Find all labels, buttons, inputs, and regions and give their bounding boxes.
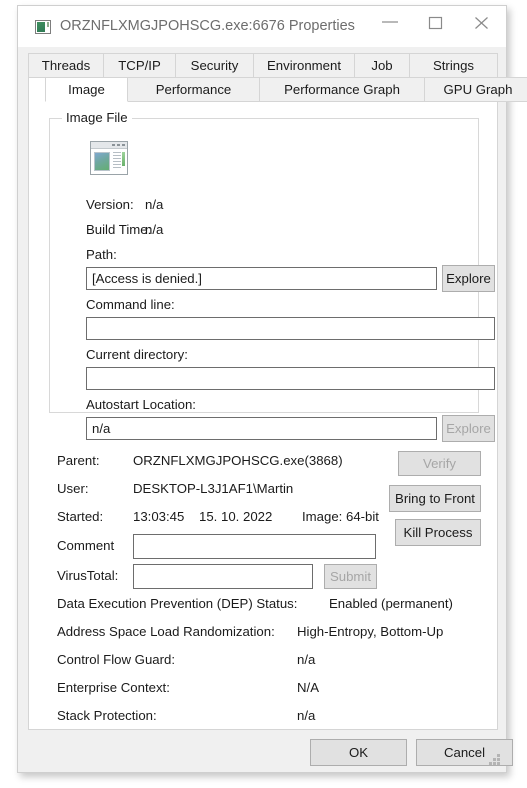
version-label: Version:: [86, 197, 134, 212]
mitigation-label-2: Control Flow Guard:: [57, 652, 175, 667]
mitigation-value-4: n/a: [297, 708, 316, 723]
tab-strip: Threads TCP/IP Security Environment Job …: [28, 53, 527, 102]
autostart-explore-button[interactable]: Explore: [442, 415, 495, 442]
tab-strings[interactable]: Strings: [409, 53, 498, 78]
command-line-label: Command line:: [86, 297, 175, 312]
ok-button[interactable]: OK: [310, 739, 407, 766]
verify-button[interactable]: Verify: [398, 451, 481, 476]
image-file-group: Image File Version: n/a Build Time: n/a …: [49, 110, 495, 442]
version-value: n/a: [145, 197, 164, 212]
tab-performance[interactable]: Performance: [127, 77, 260, 102]
mitigation-label-0: Data Execution Prevention (DEP) Status:: [57, 596, 298, 611]
mitigation-value-0: Enabled (permanent): [329, 596, 453, 611]
window-title: ORZNFLXMGJPOHSCG.exe:6676 Properties: [60, 18, 355, 34]
screen: ORZNFLXMGJPOHSCG.exe:6676 Properties Ima…: [0, 0, 527, 788]
virustotal-submit-button[interactable]: Submit: [324, 564, 377, 589]
minimize-button[interactable]: [367, 6, 413, 39]
tab-threads[interactable]: Threads: [28, 53, 104, 78]
mitigation-label-4: Stack Protection:: [57, 708, 157, 723]
started-time: 13:03:45: [133, 509, 185, 524]
properties-window: ORZNFLXMGJPOHSCG.exe:6676 Properties Ima…: [17, 5, 527, 773]
path-label: Path:: [86, 247, 117, 262]
comment-label: Comment: [57, 538, 115, 553]
virustotal-label: VirusTotal:: [57, 568, 119, 583]
tab-performance-graph[interactable]: Performance Graph: [259, 77, 425, 102]
close-button[interactable]: [459, 6, 505, 39]
user-label: User:: [57, 481, 89, 496]
mitigation-value-3: N/A: [297, 680, 319, 695]
command-line-input[interactable]: [86, 317, 495, 340]
title-bar: ORZNFLXMGJPOHSCG.exe:6676 Properties: [18, 6, 506, 47]
build-time-value: n/a: [145, 222, 164, 237]
tab-image[interactable]: Image: [45, 77, 128, 102]
kill-process-button[interactable]: Kill Process: [395, 519, 481, 546]
path-explore-button[interactable]: Explore: [442, 265, 495, 292]
path-input[interactable]: [86, 267, 437, 290]
comment-input[interactable]: [133, 534, 376, 559]
started-label: Started:: [57, 509, 104, 524]
tab-tcpip[interactable]: TCP/IP: [103, 53, 176, 78]
current-directory-input[interactable]: [86, 367, 495, 390]
bring-to-front-button[interactable]: Bring to Front: [389, 485, 481, 512]
parent-value: ORZNFLXMGJPOHSCG.exe(3868): [133, 453, 343, 468]
tab-job[interactable]: Job: [354, 53, 410, 78]
resize-grip-icon[interactable]: [488, 754, 501, 767]
build-time-label: Build Time:: [86, 222, 152, 237]
tab-gpu-graph[interactable]: GPU Graph: [424, 77, 527, 102]
application-thumbnail-icon: [90, 141, 128, 175]
autostart-location-label: Autostart Location:: [86, 397, 196, 412]
tab-environment[interactable]: Environment: [253, 53, 355, 78]
started-date: 15. 10. 2022: [199, 509, 273, 524]
mitigation-label-3: Enterprise Context:: [57, 680, 170, 695]
current-directory-label: Current directory:: [86, 347, 188, 362]
virustotal-input[interactable]: [133, 564, 313, 589]
parent-label: Parent:: [57, 453, 100, 468]
image-file-group-title: Image File: [62, 110, 132, 125]
maximize-button[interactable]: [413, 6, 459, 39]
mitigation-value-2: n/a: [297, 652, 316, 667]
tab-security[interactable]: Security: [175, 53, 254, 78]
mitigation-label-1: Address Space Load Randomization:: [57, 624, 275, 639]
image-bitness: Image: 64-bit: [302, 509, 379, 524]
user-value: DESKTOP-L3J1AF1\Martin: [133, 481, 294, 496]
tab-page-image: Image File Version: n/a Build Time: n/a …: [28, 77, 498, 730]
autostart-location-input[interactable]: [86, 417, 437, 440]
mitigation-value-1: High-Entropy, Bottom-Up: [297, 624, 444, 639]
process-window-icon: [35, 20, 51, 34]
